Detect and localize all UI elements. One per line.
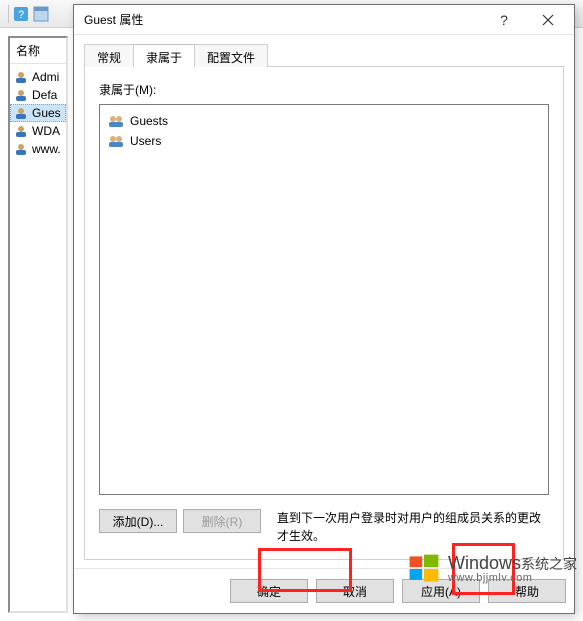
below-list-row: 添加(D)... 删除(R) 直到下一次用户登录时对用户的组成员关系的更改才生效…	[99, 509, 549, 545]
users-list-panel: 名称 Admi Defa Gues WDA www.	[8, 36, 68, 613]
user-icon	[14, 70, 28, 84]
group-icon	[108, 113, 124, 129]
tabs: 常规 隶属于 配置文件	[84, 43, 564, 67]
add-remove-buttons: 添加(D)... 删除(R)	[99, 509, 261, 533]
user-icon	[14, 142, 28, 156]
help-icon[interactable]: ?	[13, 6, 29, 22]
tab-general[interactable]: 常规	[84, 44, 134, 67]
users-list[interactable]: Admi Defa Gues WDA www.	[10, 64, 66, 158]
cancel-button[interactable]: 取消	[316, 579, 394, 603]
list-item-label: www.	[32, 142, 61, 156]
windows-logo-icon	[406, 551, 442, 587]
dialog-body: 常规 隶属于 配置文件 隶属于(M): Guests Users 添加(D)..…	[74, 35, 574, 568]
list-item[interactable]: Admi	[10, 68, 66, 86]
close-icon	[542, 14, 554, 26]
svg-text:?: ?	[18, 9, 24, 21]
dialog-title: Guest 属性	[84, 11, 482, 28]
list-item[interactable]: Defa	[10, 86, 66, 104]
help-button[interactable]: ?	[482, 6, 526, 34]
groups-listbox[interactable]: Guests Users	[99, 104, 549, 495]
add-button[interactable]: 添加(D)...	[99, 509, 177, 533]
panel-icon[interactable]	[33, 6, 49, 22]
ok-button[interactable]: 确定	[230, 579, 308, 603]
properties-dialog: Guest 属性 ? 常规 隶属于 配置文件 隶属于(M): Guests Us…	[73, 4, 575, 614]
watermark-brand: Windows系统之家	[448, 554, 577, 573]
watermark-text: Windows系统之家 www.bjjmlv.com	[448, 554, 577, 584]
dialog-titlebar[interactable]: Guest 属性 ?	[74, 5, 574, 35]
user-icon	[14, 106, 28, 120]
tab-page-memberof: 隶属于(M): Guests Users 添加(D)... 删除(R) 直到下一…	[84, 67, 564, 560]
tab-memberof[interactable]: 隶属于	[133, 44, 195, 67]
list-item-label: Gues	[32, 106, 61, 120]
group-name: Users	[130, 134, 161, 148]
toolbar-separator	[8, 5, 9, 23]
list-item[interactable]: Guests	[104, 111, 544, 131]
tab-profile[interactable]: 配置文件	[194, 44, 268, 67]
group-name: Guests	[130, 114, 168, 128]
membership-note: 直到下一次用户登录时对用户的组成员关系的更改才生效。	[277, 509, 549, 545]
remove-button: 删除(R)	[183, 509, 261, 533]
close-button[interactable]	[526, 6, 570, 34]
column-header-name[interactable]: 名称	[10, 38, 66, 64]
watermark: Windows系统之家 www.bjjmlv.com	[406, 551, 577, 587]
user-icon	[14, 124, 28, 138]
list-item[interactable]: www.	[10, 140, 66, 158]
list-item[interactable]: WDA	[10, 122, 66, 140]
list-item[interactable]: Users	[104, 131, 544, 151]
memberof-label: 隶属于(M):	[99, 81, 549, 98]
list-item-label: Defa	[32, 88, 57, 102]
group-icon	[108, 133, 124, 149]
list-item[interactable]: Gues	[10, 104, 66, 122]
user-icon	[14, 88, 28, 102]
list-item-label: WDA	[32, 124, 60, 138]
list-item-label: Admi	[32, 70, 59, 84]
watermark-url: www.bjjmlv.com	[448, 573, 577, 585]
